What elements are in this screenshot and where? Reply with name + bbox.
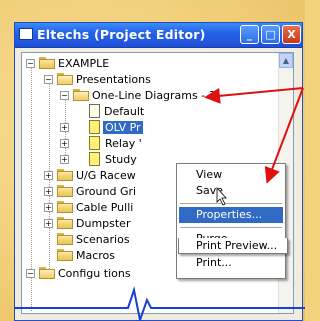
menu-separator [180,227,282,228]
menu-separator [180,203,282,204]
tree-item-label: Configu tions [58,267,131,280]
tree-item-label: Macros [76,249,116,262]
tree-item-label: Scenarios [76,233,130,246]
folder-icon [57,169,73,181]
menu-item-view[interactable]: View [179,167,283,183]
expand-icon[interactable]: + [44,171,53,180]
tree-item-label: Dumpster [76,217,131,230]
folder-icon [57,185,73,197]
screenshot-background: Eltechs (Project Editor) _ □ X − EXAMPLE… [0,0,305,321]
tree-item-label: Ground Gri [76,185,137,198]
folder-open-icon [57,73,73,85]
tree-item-label: Relay ' [105,137,142,150]
expand-icon[interactable]: + [44,219,53,228]
folder-open-icon [39,57,55,69]
tree-item-label: EXAMPLE [58,57,110,70]
collapse-icon[interactable]: − [60,91,69,100]
menu-item-properties[interactable]: Properties... [179,207,283,223]
window-icon [19,28,33,40]
folder-open-icon [39,267,55,279]
tree-item-label: Presentations [76,73,151,86]
context-menu: View Save Properties... Purge... Print..… [176,163,286,279]
folder-icon [57,217,73,229]
tree-item-label: Cable Pulli [76,201,134,214]
expand-icon[interactable]: + [60,123,69,132]
folder-icon [57,201,73,213]
expand-icon[interactable]: + [60,139,69,148]
expand-icon[interactable]: + [44,187,53,196]
expand-icon[interactable]: + [44,203,53,212]
tree-item-label: Default [104,105,145,118]
title-bar[interactable]: Eltechs (Project Editor) _ □ X [15,23,302,48]
document-icon [89,136,100,150]
tree-item-label-selected: OLV Pr [103,121,143,134]
tree-item-label: One-Line Diagrams - 3 [92,89,216,102]
menu-item-print-preview[interactable]: Print Preview... [178,238,288,254]
expand-icon[interactable]: + [60,155,69,164]
folder-open-icon [73,89,89,101]
collapse-icon[interactable]: − [26,59,35,68]
collapse-icon[interactable]: − [44,75,53,84]
window-title: Eltechs (Project Editor) [37,27,206,42]
maximize-button[interactable]: □ [261,25,280,44]
scroll-up-icon[interactable]: ▲ [279,53,293,68]
collapse-icon[interactable]: − [26,269,35,278]
document-icon [89,120,100,134]
folder-icon [57,249,73,261]
folder-icon [57,233,73,245]
menu-item-print[interactable]: Print... [179,255,283,271]
close-button[interactable]: X [282,25,301,44]
minimize-button[interactable]: _ [240,25,259,44]
tree-item-label: Study [105,153,137,166]
document-icon [89,104,100,118]
tree-item-label: U/G Racew [76,169,136,182]
document-icon [89,152,100,166]
menu-item-save[interactable]: Save [179,183,283,199]
